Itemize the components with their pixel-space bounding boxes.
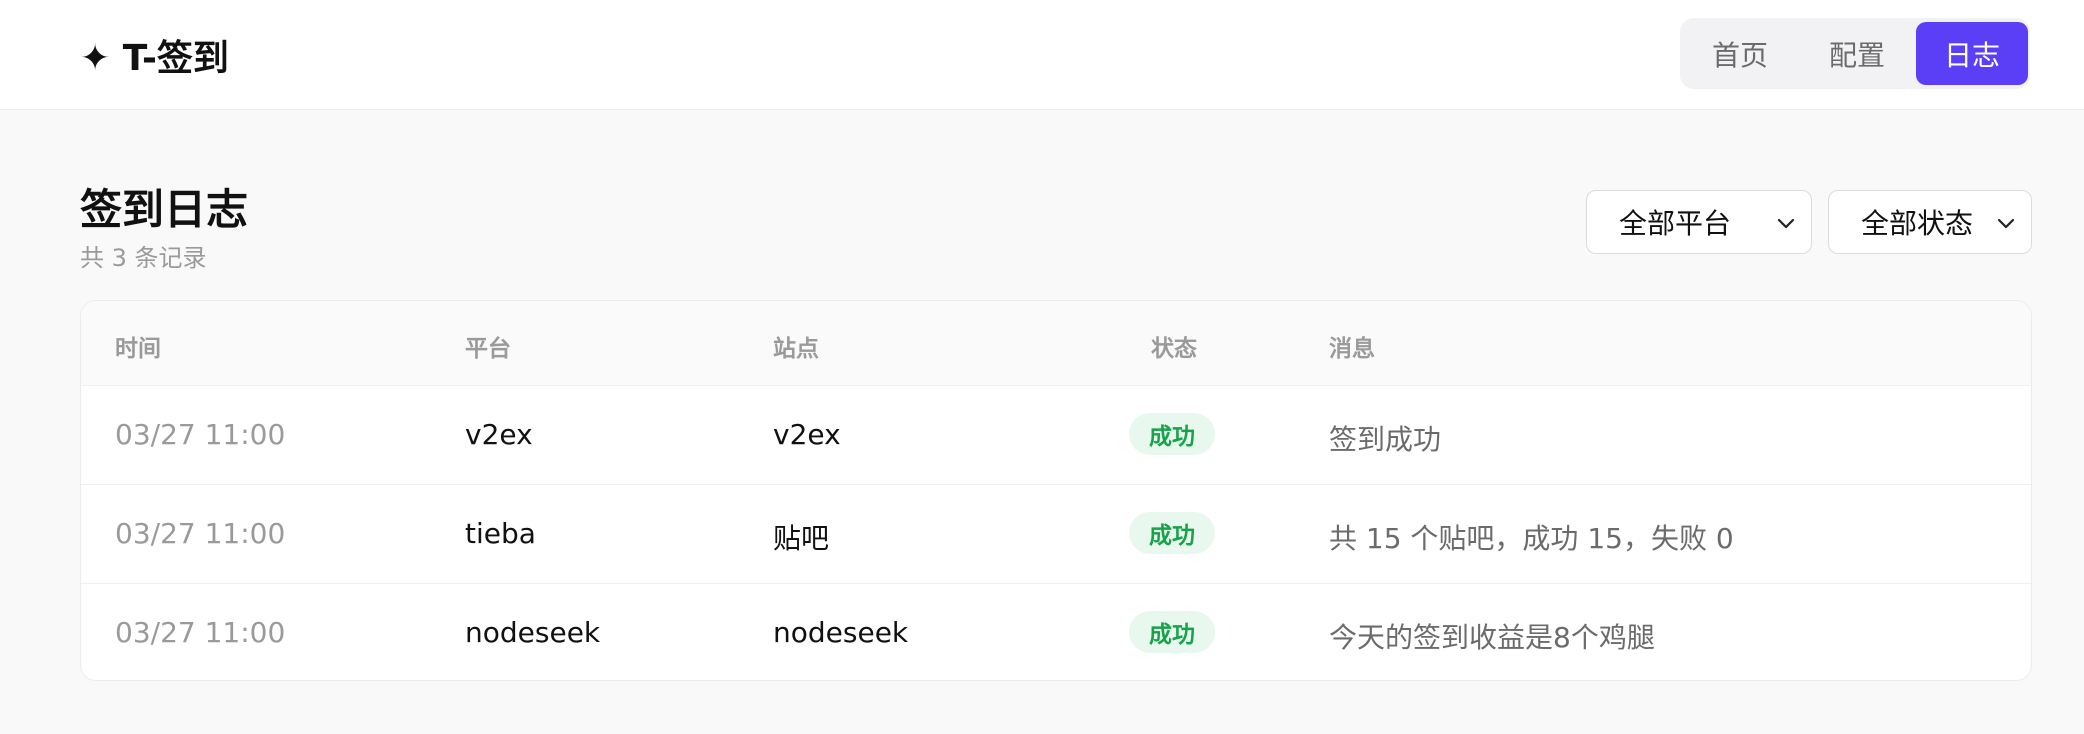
status-badge: 成功 — [1129, 611, 1215, 653]
status-filter-select[interactable]: 全部状态 — [1828, 190, 2032, 254]
row-site: nodeseek — [773, 616, 909, 649]
status-badge: 成功 — [1129, 512, 1215, 554]
column-header-site: 站点 — [773, 336, 819, 362]
log-table: 时间 平台 站点 状态 消息 03/27 11:00 v2ex v2ex 成功 … — [80, 300, 2032, 681]
row-message: 今天的签到收益是8个鸡腿 — [1329, 621, 1655, 654]
brand-title[interactable]: ✦ T-签到 — [80, 30, 229, 80]
row-message: 签到成功 — [1329, 423, 1442, 456]
status-badge: 成功 — [1129, 413, 1215, 455]
chevron-down-icon — [1997, 218, 2015, 229]
status-filter-value: 全部状态 — [1861, 207, 1974, 240]
nav-config-button[interactable]: 配置 — [1804, 22, 1910, 85]
platform-filter-value: 全部平台 — [1619, 207, 1732, 240]
nav-home-button[interactable]: 首页 — [1688, 22, 1792, 85]
column-header-status: 状态 — [1151, 336, 1197, 362]
row-site: v2ex — [773, 418, 841, 451]
record-count: 共 3 条记录 — [80, 244, 207, 272]
row-message: 共 15 个贴吧，成功 15，失败 0 — [1329, 522, 1734, 555]
column-header-message: 消息 — [1329, 336, 1375, 362]
top-bar: ✦ T-签到 首页 配置 日志 — [0, 0, 2084, 110]
table-row: 03/27 11:00 nodeseek nodeseek 成功 今天的签到收益… — [81, 583, 2031, 680]
nav-tabs: 首页 配置 日志 — [1680, 18, 2030, 89]
platform-filter-select[interactable]: 全部平台 — [1586, 190, 1812, 254]
row-time: 03/27 11:00 — [115, 616, 286, 649]
row-time: 03/27 11:00 — [115, 418, 286, 451]
row-platform: v2ex — [465, 418, 533, 451]
row-site: 贴吧 — [773, 522, 830, 555]
chevron-down-icon — [1777, 218, 1795, 229]
page-title: 签到日志 — [80, 185, 249, 234]
table-row: 03/27 11:00 v2ex v2ex 成功 签到成功 — [81, 385, 2031, 484]
row-platform: tieba — [465, 517, 536, 550]
row-time: 03/27 11:00 — [115, 517, 286, 550]
row-platform: nodeseek — [465, 616, 601, 649]
table-header: 时间 平台 站点 状态 消息 — [81, 301, 2031, 385]
table-row: 03/27 11:00 tieba 贴吧 成功 共 15 个贴吧，成功 15，失… — [81, 484, 2031, 583]
column-header-time: 时间 — [115, 336, 161, 362]
column-header-platform: 平台 — [465, 336, 511, 362]
nav-log-button[interactable]: 日志 — [1916, 22, 2028, 85]
